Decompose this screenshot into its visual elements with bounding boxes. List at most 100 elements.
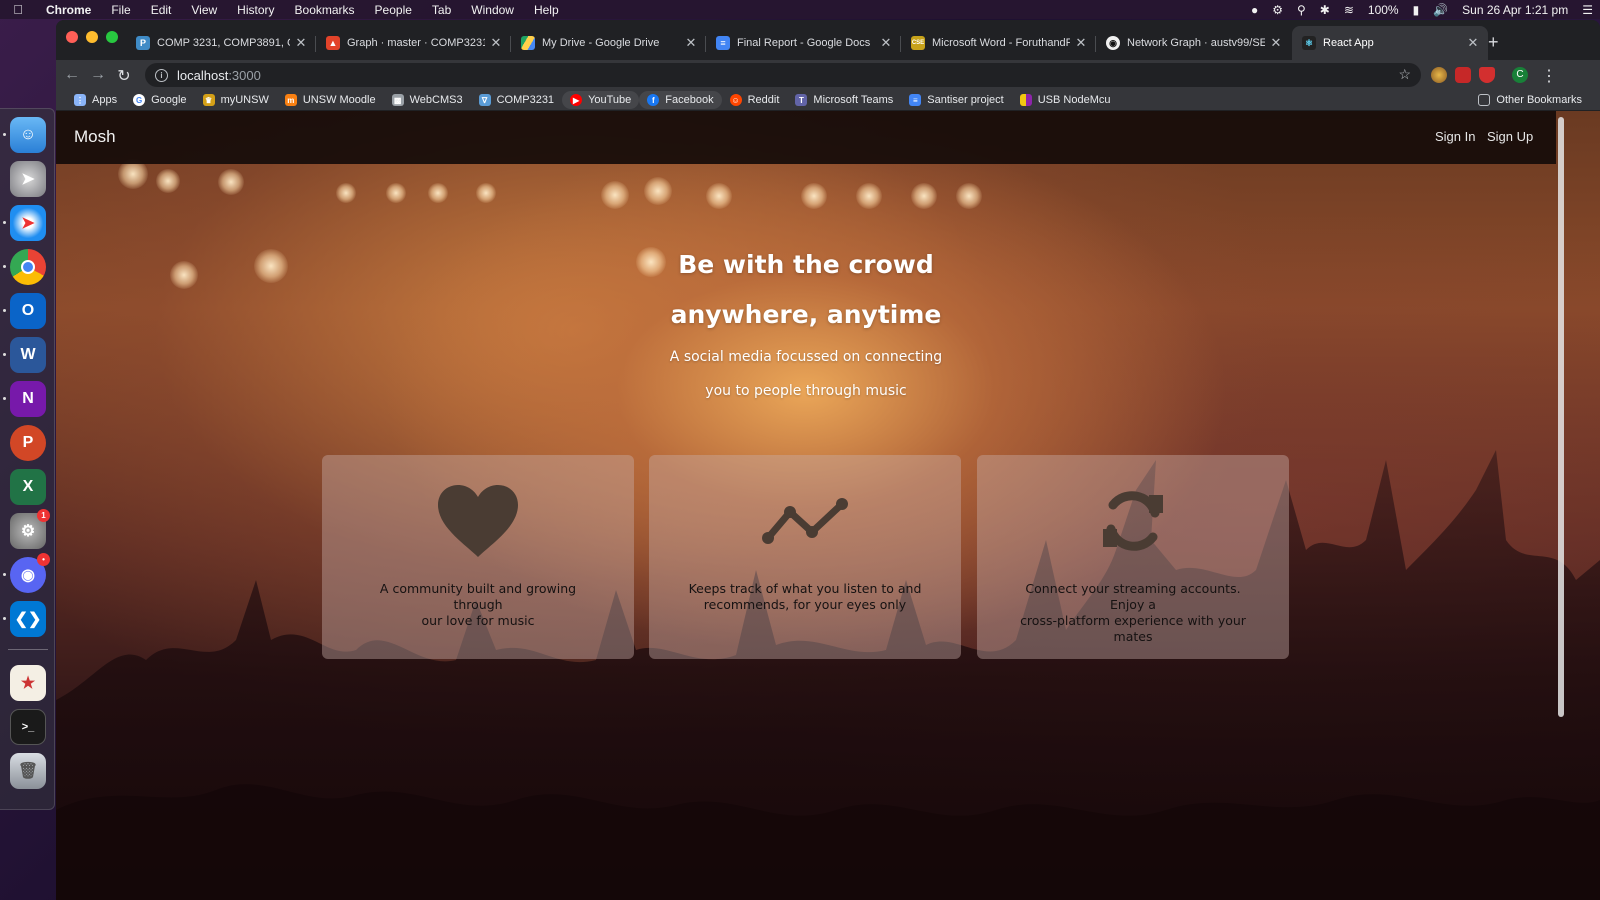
menu-app-chrome[interactable]: Chrome (36, 3, 101, 17)
menu-history[interactable]: History (227, 3, 284, 17)
bookmark-apps[interactable]: ⋮ Apps (66, 91, 125, 109)
tab-google-docs[interactable]: ≡ Final Report - Google Docs ✕ (706, 26, 901, 60)
feature-card-streaming: Connect your streaming accounts. Enjoy a… (977, 455, 1289, 659)
close-tab-icon[interactable]: ✕ (294, 35, 308, 51)
new-tab-button[interactable]: + (1488, 32, 1499, 53)
gear-status-icon[interactable]: ⚙ (1265, 3, 1290, 17)
safari-icon[interactable]: ➤ (10, 205, 46, 241)
apps-grid-icon: ⋮ (74, 94, 86, 106)
minimize-window-button[interactable] (86, 31, 98, 43)
discord-icon[interactable]: ◉ • (10, 553, 50, 593)
back-arrow-icon[interactable]: ← (62, 66, 82, 84)
extension-adblock-icon[interactable] (1455, 67, 1471, 83)
tab-piazza[interactable]: P COMP 3231, COMP3891, COM ✕ (126, 26, 316, 60)
sign-up-link[interactable]: Sign Up (1487, 129, 1533, 144)
volume-icon[interactable]: 🔊 (1426, 3, 1455, 17)
extension-cookie-icon[interactable] (1431, 67, 1447, 83)
bookmark-unsw-moodle[interactable]: m UNSW Moodle (277, 91, 384, 109)
bookmark-webcms3[interactable]: ▩ WebCMS3 (384, 91, 471, 109)
bookmark-comp3231[interactable]: ∇ COMP3231 (471, 91, 562, 109)
apple-menu-icon[interactable]:  (0, 2, 36, 17)
site-info-icon[interactable]: i (155, 68, 168, 82)
feature-text-line1: Connect your streaming accounts. Enjoy a (1025, 581, 1241, 612)
bookmark-youtube[interactable]: ▶ YouTube (562, 91, 640, 109)
tab-google-drive[interactable]: My Drive - Google Drive ✕ (511, 26, 706, 60)
tab-github-network-graph[interactable]: ◉ Network Graph · austv99/SENG ✕ (1096, 26, 1291, 60)
feature-text: A community built and growing through ou… (356, 581, 600, 629)
finder-icon[interactable]: ☺ (10, 117, 46, 153)
menu-bookmarks[interactable]: Bookmarks (285, 3, 365, 17)
vscode-icon[interactable]: ❮❯ (10, 601, 46, 637)
brand-logo[interactable]: Mosh (74, 127, 116, 147)
chrome-icon[interactable] (10, 249, 46, 285)
menu-tab[interactable]: Tab (422, 3, 461, 17)
running-indicator (3, 397, 6, 400)
macos-menu-bar:  Chrome File Edit View History Bookmark… (0, 0, 1600, 19)
bookmark-google[interactable]: G Google (125, 91, 194, 109)
bluetooth-icon[interactable]: ✱ (1313, 3, 1337, 17)
bookmark-star-icon[interactable]: ☆ (1398, 66, 1411, 83)
tab-label: Network Graph · austv99/SENG (1127, 37, 1265, 49)
menu-people[interactable]: People (365, 3, 422, 17)
outlook-icon[interactable]: O (10, 293, 46, 329)
running-indicator (3, 573, 6, 576)
terminal-icon[interactable]: >_ (10, 709, 46, 745)
menu-help[interactable]: Help (524, 3, 569, 17)
feature-text: Connect your streaming accounts. Enjoy a… (1011, 581, 1255, 645)
word-icon[interactable]: W (10, 337, 46, 373)
extension-shield-icon[interactable] (1479, 67, 1495, 83)
bookmark-facebook[interactable]: f Facebook (639, 91, 722, 109)
excel-icon[interactable]: X (10, 469, 46, 505)
battery-percent[interactable]: 100% (1361, 3, 1406, 17)
screen-record-icon[interactable]: ● (1244, 3, 1265, 17)
clock[interactable]: Sun 26 Apr 1:21 pm (1455, 3, 1575, 17)
tab-label: Graph · master · COMP3231 Or (347, 37, 485, 49)
chrome-menu-icon[interactable]: ⋮ (1539, 66, 1559, 86)
sign-in-link[interactable]: Sign In (1435, 129, 1475, 144)
bookmark-microsoft-teams[interactable]: T Microsoft Teams (787, 91, 901, 109)
preview-certificate-icon[interactable]: ★ (10, 665, 46, 701)
close-tab-icon[interactable]: ✕ (489, 35, 503, 51)
menu-file[interactable]: File (101, 3, 140, 17)
powerpoint-icon[interactable]: P (10, 425, 46, 461)
url-host: localhost (177, 67, 229, 83)
stage-light (254, 249, 288, 283)
spotlight-search-icon[interactable]: ⚲ (1290, 3, 1313, 17)
bookmark-other-bookmarks[interactable]: Other Bookmarks (1470, 91, 1590, 109)
tab-label: My Drive - Google Drive (542, 37, 660, 49)
menu-edit[interactable]: Edit (141, 3, 182, 17)
wifi-icon[interactable]: ≋ (1337, 3, 1361, 17)
battery-icon[interactable]: ▮ (1406, 3, 1427, 17)
profile-avatar[interactable]: C (1512, 67, 1528, 83)
tab-microsoft-word-doc[interactable]: CSE Microsoft Word - ForuthandFif ✕ (901, 26, 1096, 60)
close-tab-icon[interactable]: ✕ (1269, 35, 1283, 51)
menu-window[interactable]: Window (461, 3, 524, 17)
forward-arrow-icon[interactable]: → (88, 66, 108, 84)
notification-center-icon[interactable]: ☰ (1575, 3, 1600, 17)
onenote-icon[interactable]: N (10, 381, 46, 417)
system-preferences-icon[interactable]: ⚙ 1 (10, 509, 50, 549)
trash-icon[interactable]: 🗑 (10, 753, 46, 789)
bookmark-label: UNSW Moodle (302, 94, 376, 106)
close-tab-icon[interactable]: ✕ (684, 35, 698, 51)
close-window-button[interactable] (66, 31, 78, 43)
tab-react-app[interactable]: ⚛ React App ✕ (1292, 26, 1488, 60)
page-scrollbar[interactable] (1558, 117, 1564, 717)
bookmark-myunsw[interactable]: ♛ myUNSW (195, 91, 277, 109)
running-indicator (3, 133, 6, 136)
launchpad-icon[interactable]: ➤ (10, 161, 46, 197)
maximize-window-button[interactable] (106, 31, 118, 43)
menu-view[interactable]: View (181, 3, 227, 17)
close-tab-icon[interactable]: ✕ (1074, 35, 1088, 51)
bookmark-label: USB NodeMcu (1037, 94, 1111, 106)
close-tab-icon[interactable]: ✕ (1466, 35, 1480, 51)
bookmark-reddit[interactable]: ☺ Reddit (722, 91, 788, 109)
tab-gitlab-graph[interactable]: ▲ Graph · master · COMP3231 Or ✕ (316, 26, 511, 60)
hero-title-line1: Be with the crowd (678, 250, 934, 279)
address-bar[interactable]: i localhost:3000 ☆ (145, 63, 1421, 87)
bookmark-usb-nodemcu[interactable]: USB NodeMcu (1012, 91, 1119, 109)
close-tab-icon[interactable]: ✕ (879, 35, 893, 51)
bookmark-santiser-project[interactable]: ≡ Santiser project (901, 91, 1011, 109)
reload-icon[interactable]: ↻ (114, 66, 134, 86)
hero-subtitle-line1: A social media focussed on connecting (669, 349, 943, 365)
